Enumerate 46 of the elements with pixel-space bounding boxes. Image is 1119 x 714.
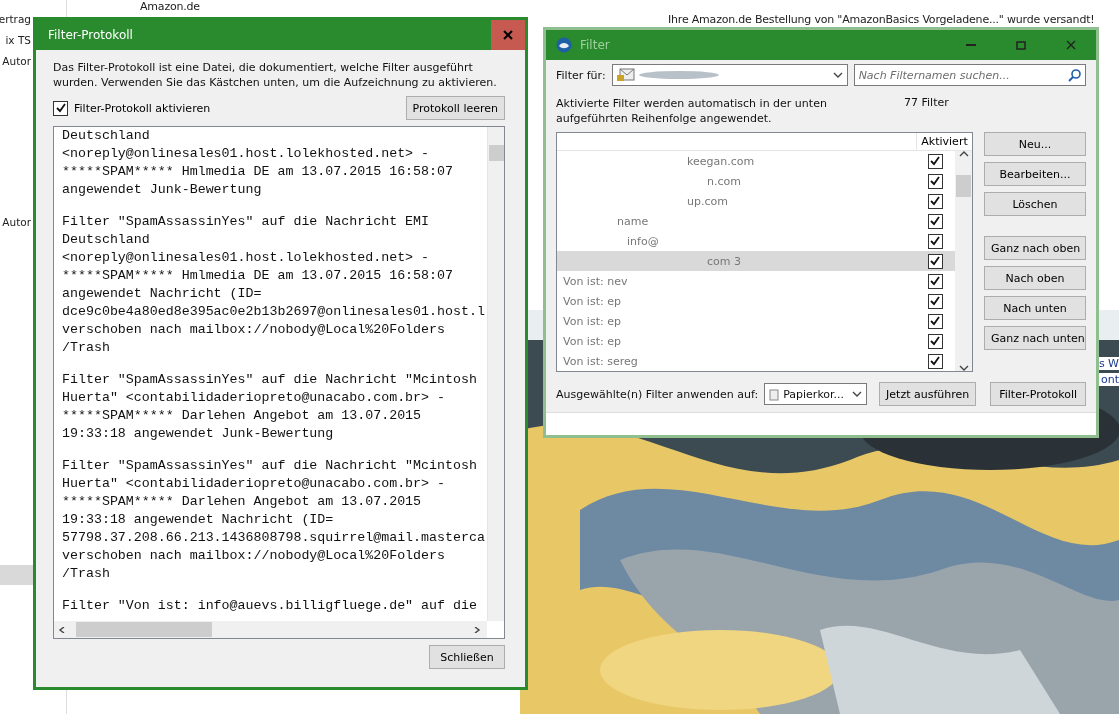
account-label: Filter für: — [556, 68, 606, 82]
info-text: Aktivierte Filter werden automatisch in der unten aufgeführten Reihenfolge angewendet. — [556, 96, 828, 126]
window-title: Filter — [579, 38, 611, 52]
description-text: Das Filter-Protokoll ist eine Datei, die dokumentiert, welche Filter ausgeführt wurden. Verwenden Sie das Kästchen unten, um die Aufzeichnung zu aktivieren. — [53, 60, 498, 90]
log-line: *****SPAM***** Hmlmedia DE am 13.07.2015 16:58:07 — [62, 267, 454, 285]
filter-name: name — [616, 214, 650, 228]
log-line: Huerta" <contabilidaderiopreto@unacabo.com.br> - — [62, 475, 446, 493]
log-line: verschoben nach mailbox://nobody@Local%20Folders — [62, 547, 446, 565]
filter-name: Von ist: sereg — [562, 354, 639, 368]
window-title: Filter-Protokoll — [47, 28, 134, 42]
log-line: Filter "SpamAssassinYes" auf die Nachricht EMI — [62, 213, 431, 231]
log-line: Deutschland — [62, 127, 151, 145]
filter-name: Von ist: ep — [562, 314, 622, 328]
apply-label: Ausgewählte(n) Filter anwenden auf: — [556, 387, 759, 401]
folder-label: ertrag — [0, 12, 31, 25]
log-line: <noreply@onlinesales01.host.lolekhosted.net> - — [62, 249, 431, 267]
log-line: 19:33:18 angewendet Junk-Bewertung — [62, 425, 335, 443]
log-line: 19:33:18 angewendet Nachricht (ID= — [62, 511, 335, 529]
filter-name: Von ist: ep — [562, 294, 622, 308]
filter-count: 77 Filter — [904, 96, 949, 109]
log-line: Filter "SpamAssassinYes" auf die Nachricht "Mcintosh — [62, 457, 478, 475]
log-line: angewendet Nachricht (ID= — [62, 285, 263, 303]
log-line: dce9c0be4a80ed8e395ac0e2b13b2697@onlinesales01.host.l — [62, 303, 486, 321]
log-line: *****SPAM***** Darlehen Angebot am 13.07.2015 — [62, 493, 423, 511]
filter-name: info@ — [626, 234, 660, 248]
log-line: verschoben nach mailbox://nobody@Local%20Folders — [62, 321, 446, 339]
filter-name: com 3 — [706, 254, 742, 268]
filter-name: Von ist: ep — [562, 334, 622, 348]
filter-name: keegan.com — [686, 154, 756, 168]
log-line: /Trash — [62, 339, 111, 357]
log-line: *****SPAM***** Darlehen Angebot am 13.07.2015 — [62, 407, 423, 425]
log-line: *****SPAM***** Hmlmedia DE am 13.07.2015 16:58:07 — [62, 163, 454, 181]
filter-name: Von ist: nev — [562, 274, 629, 288]
log-line: Huerta" <contabilidaderiopreto@unacabo.com.br> - — [62, 389, 446, 407]
log-line: Deutschland — [62, 231, 151, 249]
log-line: /Trash — [62, 565, 111, 583]
folder-label: Autor — [1, 216, 31, 228]
subject-text: Ihre Amazon.de Bestellung von "AmazonBasics Vorgeladene..." wurde versandt! — [668, 13, 1095, 26]
sender-text: Amazon.de — [140, 0, 200, 13]
filter-name: up.com — [686, 194, 729, 208]
log-line: 57798.37.208.66.213.1436808798.squirrel@mail.masterca — [62, 529, 486, 547]
log-line: Filter "SpamAssassinYes" auf die Nachricht "Mcintosh — [62, 371, 478, 389]
log-line: <noreply@onlinesales01.host.lolekhosted.net> - — [62, 145, 431, 163]
filter-name: n.com — [706, 174, 742, 188]
log-line: angewendet Junk-Bewertung — [62, 181, 263, 199]
log-line: Filter "Von ist: info@auevs.billigfluege.de" auf die — [62, 597, 478, 615]
